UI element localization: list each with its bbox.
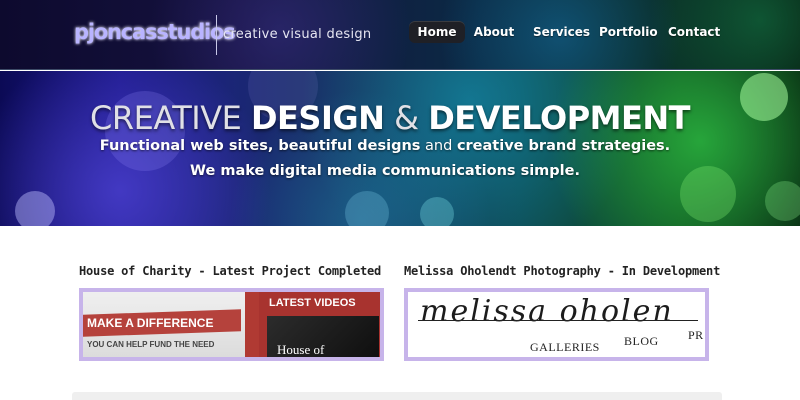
thumb-nav-press: PR [688,328,704,342]
thumb-videos-label: LATEST VIDEOS [269,297,356,309]
nav-services[interactable]: Services [533,21,590,43]
hero-subtitle-segment: creative brand strategies. [456,138,671,154]
nav-contact[interactable]: Contact [668,21,720,43]
hero-subtitle-segment: and [425,138,453,154]
project-thumbnail-house-of-charity[interactable]: MAKE A DIFFERENCE YOU CAN HELP FUND THE … [79,288,384,361]
hero-title-word: DESIGN [250,99,385,137]
thumb-nav-blog: BLOG [624,334,659,348]
nav-about[interactable]: About [473,21,515,43]
site-tagline: creative visual design [223,27,372,42]
bokeh-light [15,191,55,226]
bokeh-light [420,197,454,226]
thumb-separator [245,292,259,357]
site-header: pjoncasstudios creative visual design Ho… [0,0,800,70]
thumb-script-underline [418,320,698,321]
logo-divider [216,15,217,55]
thumb-video-caption: House of [277,342,325,357]
thumb-band-text: MAKE A DIFFERENCE [87,316,214,330]
bokeh-light [345,191,389,226]
thumb-nav-galleries: GALLERIES [530,340,600,354]
project-title-melissa-oholendt[interactable]: Melissa Oholendt Photography - In Develo… [404,264,720,282]
nav-portfolio[interactable]: Portfolio [599,21,658,43]
hero-title-word: & [394,99,419,137]
hero-subtitle-line2: We make digital media communications sim… [190,163,580,179]
hero-title-word: DEVELOPMENT [428,99,690,137]
hero-banner: CREATIVE DESIGN & DEVELOPMENT Functional… [0,71,800,226]
hero-subtitle-line1: Functional web sites, beautiful designs … [0,138,770,154]
project-thumbnail-melissa-oholendt[interactable]: melissa oholen GALLERIES BLOG PR [404,288,709,361]
bokeh-light [765,181,800,221]
nav-home[interactable]: Home [409,21,465,43]
content-panel-edge [72,392,722,400]
thumb-script-logo: melissa oholen [420,294,674,329]
hero-title-word: CREATIVE [90,99,242,137]
thumb-small-text: YOU CAN HELP FUND THE NEED [87,340,215,349]
hero-title: CREATIVE DESIGN & DEVELOPMENT [0,99,780,137]
project-title-house-of-charity[interactable]: House of Charity - Latest Project Comple… [79,264,381,282]
site-logo[interactable]: pjoncasstudios [74,20,236,44]
hero-subtitle-segment: Functional web sites, beautiful designs [99,138,421,154]
